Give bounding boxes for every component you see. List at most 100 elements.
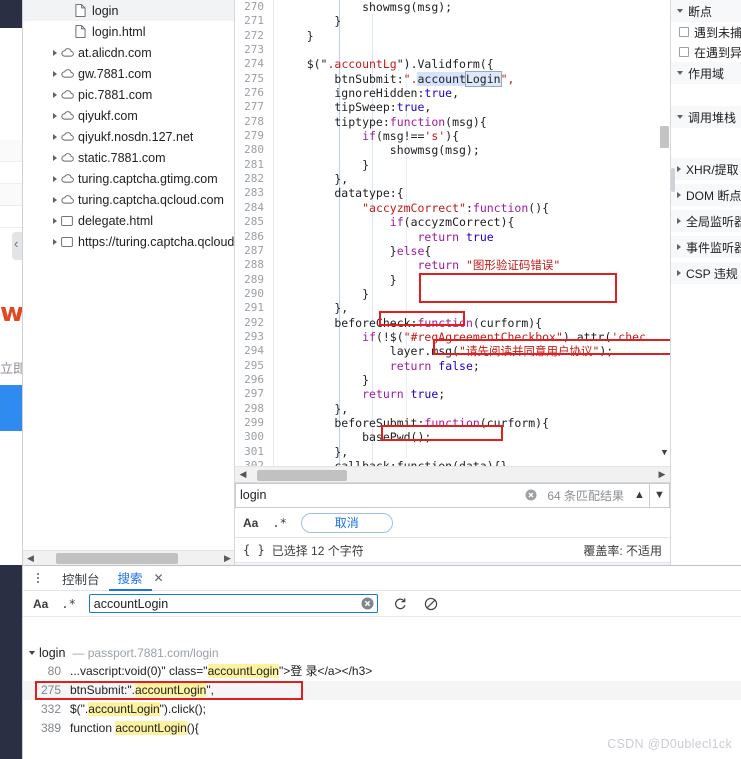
checkbox[interactable] <box>679 27 689 37</box>
chevron-right-icon[interactable] <box>49 49 61 56</box>
tab-search[interactable]: 搜索 <box>108 566 152 591</box>
scroll-thumb[interactable] <box>660 126 669 148</box>
code-line[interactable]: if(msg!=='s'){ <box>279 129 670 143</box>
code-line[interactable]: beforeCheck:function(curform){ <box>279 316 670 330</box>
page-collapse-handle[interactable] <box>12 232 22 260</box>
chevron-down-icon[interactable] <box>29 650 35 655</box>
tree-item-gw-7881-com[interactable]: gw.7881.com <box>23 63 234 84</box>
no-entry-icon[interactable] <box>422 595 440 613</box>
code-line[interactable]: tipSweep:true, <box>279 100 670 114</box>
chevron-right-icon[interactable] <box>49 196 61 203</box>
editor-vertical-scrollbar[interactable]: ▼ <box>659 0 670 466</box>
code-line[interactable] <box>279 43 670 57</box>
debugger-section-callstack[interactable]: 调用堆栈 <box>671 106 741 128</box>
debugger-section-3[interactable]: 事件监听器 <box>671 236 741 258</box>
chevron-right-icon[interactable] <box>49 154 61 161</box>
code-line[interactable]: } <box>279 373 670 387</box>
tree-item-delegate-html[interactable]: delegate.html <box>23 210 234 231</box>
clear-circle-icon[interactable] <box>361 597 374 613</box>
tree-item-https-turing-captcha-qcloud-[interactable]: https://turing.captcha.qcloud. <box>23 231 234 252</box>
find-input[interactable]: login <box>235 482 522 508</box>
scroll-thumb[interactable] <box>257 469 347 481</box>
match-case-toggle[interactable]: Aa <box>33 597 48 611</box>
code-line[interactable]: }, <box>279 445 670 459</box>
search-result-row[interactable]: 275 btnSubmit:".accountLogin", <box>23 681 741 700</box>
search-result-row[interactable]: 389 function accountLogin(){ <box>23 719 741 738</box>
tree-item-login[interactable]: login <box>23 0 234 21</box>
code-line[interactable]: showmsg(msg); <box>279 0 670 14</box>
close-icon[interactable]: ✕ <box>154 571 164 585</box>
background-page-cta-button[interactable] <box>0 385 22 431</box>
sidebar-resize-handle[interactable] <box>671 168 675 192</box>
code-line[interactable]: }else{ <box>279 244 670 258</box>
code-line[interactable]: layer.msg("请先阅读并同意用户协议"); <box>279 344 670 358</box>
navigator-horizontal-scrollbar[interactable]: ◀ ▶ <box>23 550 234 566</box>
code-line[interactable]: datatype:{ <box>279 186 670 200</box>
code-content[interactable]: showmsg(msg); } } $(".accountLg").Validf… <box>279 0 670 466</box>
debugger-section-4[interactable]: CSP 违规 <box>671 262 741 284</box>
scroll-thumb[interactable] <box>56 552 178 564</box>
search-input[interactable]: accountLogin <box>88 594 378 613</box>
breakpoint-option-1[interactable]: 在遇到异 <box>671 42 741 62</box>
search-result-row[interactable]: 80 ...vascript:void(0)" class="accountLog… <box>23 662 741 681</box>
search-result-row[interactable]: 332 $(".accountLogin").click(); <box>23 700 741 719</box>
scroll-left-icon[interactable]: ◀ <box>235 467 251 483</box>
chevron-right-icon[interactable] <box>49 175 61 182</box>
code-line[interactable]: } <box>279 29 670 43</box>
cancel-button[interactable]: 取消 <box>300 512 393 533</box>
tree-item-turing-captcha-qcloud-com[interactable]: turing.captcha.qcloud.com <box>23 189 234 210</box>
code-line[interactable]: if(!$("#regAgreementCheckbox").attr('che… <box>279 330 670 344</box>
search-result-file[interactable]: login — passport.7881.com/login <box>23 643 741 662</box>
refresh-icon[interactable] <box>391 595 409 613</box>
tree-item-qiyukf-com[interactable]: qiyukf.com <box>23 105 234 126</box>
code-line[interactable]: } <box>279 273 670 287</box>
code-line[interactable]: return false; <box>279 359 670 373</box>
scroll-track[interactable] <box>251 467 654 483</box>
curly-braces-icon[interactable]: { } <box>243 543 265 557</box>
chevron-down-icon[interactable]: ▼ <box>650 482 670 508</box>
chevron-right-icon[interactable] <box>49 112 61 119</box>
code-line[interactable]: }, <box>279 301 670 315</box>
debugger-section-breakpoints[interactable]: 断点 <box>671 0 741 22</box>
chevron-right-icon[interactable] <box>49 91 61 98</box>
scroll-down-icon[interactable]: ▼ <box>659 448 670 458</box>
scroll-track[interactable] <box>38 551 220 566</box>
match-case-toggle[interactable]: Aa <box>243 516 258 530</box>
tree-item-at-alicdn-com[interactable]: at.alicdn.com <box>23 42 234 63</box>
scroll-right-icon[interactable]: ▶ <box>220 551 234 566</box>
tree-item-qiyukf-nosdn-127-net[interactable]: qiyukf.nosdn.127.net <box>23 126 234 147</box>
regex-toggle[interactable]: .* <box>61 597 75 611</box>
code-line[interactable]: }, <box>279 402 670 416</box>
code-line[interactable]: btnSubmit:".accountLogin", <box>279 70 670 87</box>
tree-item-login-html[interactable]: login.html <box>23 21 234 42</box>
scroll-left-icon[interactable]: ◀ <box>23 551 38 566</box>
debugger-section-0[interactable]: XHR/提取 <box>671 158 741 180</box>
chevron-right-icon[interactable] <box>49 217 61 224</box>
tree-item-turing-captcha-gtimg-com[interactable]: turing.captcha.gtimg.com <box>23 168 234 189</box>
code-line[interactable]: showmsg(msg); <box>279 143 670 157</box>
code-line[interactable]: tiptype:function(msg){ <box>279 115 670 129</box>
regex-toggle[interactable]: .* <box>272 516 286 530</box>
code-line[interactable]: beforeSubmit:function(curform){ <box>279 416 670 430</box>
code-editor-panel[interactable]: 270 271 272 273 274 275 276 277 278 279 280 281 282 2… <box>235 0 670 482</box>
debugger-section-1[interactable]: DOM 断点 <box>671 184 741 206</box>
code-line[interactable]: if(accyzmCorrect){ <box>279 215 670 229</box>
checkbox[interactable] <box>679 47 689 57</box>
code-line[interactable]: callback:function(data){} <box>279 459 670 466</box>
breakpoint-option-0[interactable]: 遇到未捕 <box>671 22 741 42</box>
code-line[interactable]: "accyzmCorrect":function(){ <box>279 201 670 215</box>
scroll-right-icon[interactable]: ▶ <box>654 467 670 483</box>
tree-item-static-7881-com[interactable]: static.7881.com <box>23 147 234 168</box>
code-line[interactable]: return "图形验证码错误" <box>279 258 670 272</box>
chevron-right-icon[interactable] <box>49 133 61 140</box>
chevron-right-icon[interactable] <box>49 238 61 245</box>
code-line[interactable]: } <box>279 158 670 172</box>
code-line[interactable]: ignoreHidden:true, <box>279 86 670 100</box>
chevron-up-icon[interactable]: ▲ <box>630 482 650 508</box>
debugger-section-2[interactable]: 全局监听器 <box>671 210 741 232</box>
code-line[interactable]: } <box>279 14 670 28</box>
code-line[interactable]: $(".accountLg").Validform({ <box>279 57 670 71</box>
more-vertical-icon[interactable] <box>31 573 45 583</box>
debugger-section-scope[interactable]: 作用域 <box>671 62 741 84</box>
clear-circle-icon[interactable] <box>521 482 542 508</box>
